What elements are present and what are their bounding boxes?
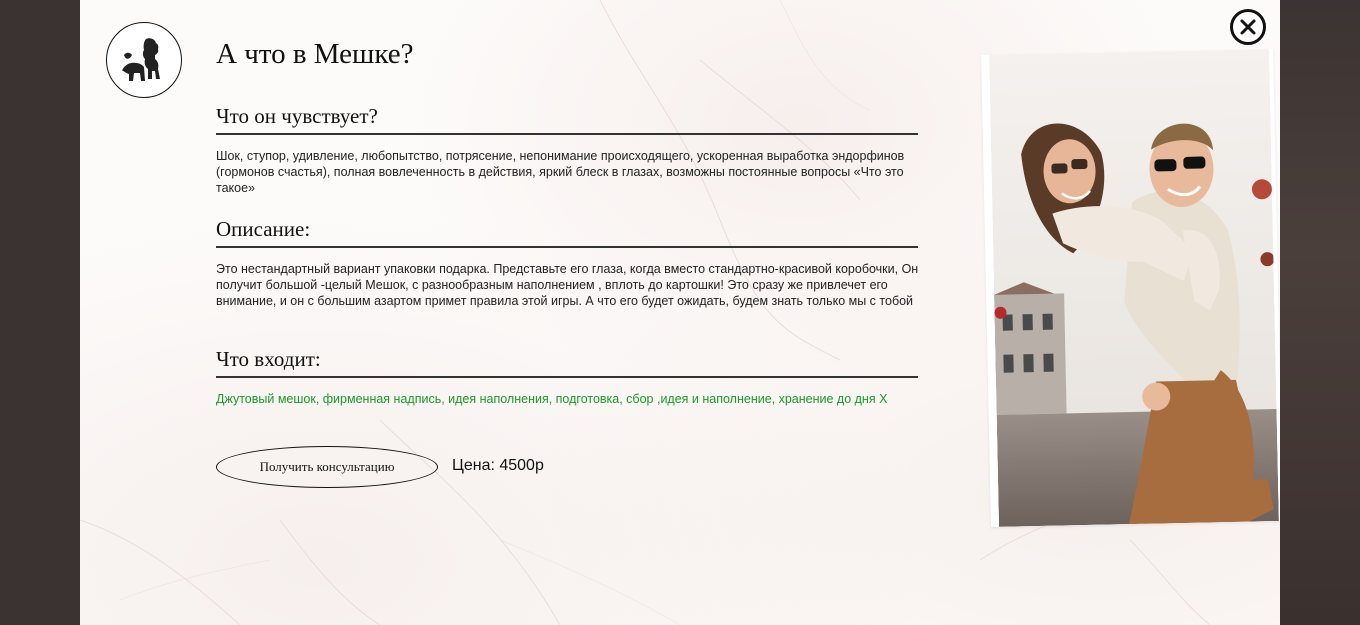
- feels-text: Шок, ступор, удивление, любопытство, пот…: [216, 149, 905, 195]
- includes-text: Джутовый мешок, фирменная надпись, идея …: [216, 392, 888, 406]
- backdrop-right[interactable]: [1280, 0, 1360, 625]
- close-button[interactable]: [1230, 9, 1266, 45]
- description-heading: Описание:: [216, 217, 918, 248]
- price-label: Цена: 4500р: [452, 457, 544, 474]
- product-photo-frame: [981, 48, 1280, 528]
- close-icon: [1240, 19, 1256, 35]
- description-text: Это нестандартный вариант упаковки подар…: [216, 262, 919, 308]
- includes-heading: Что входит:: [216, 347, 918, 378]
- feels-heading: Что он чувствует?: [216, 104, 918, 135]
- consult-button[interactable]: Получить консультацию: [216, 446, 438, 488]
- lion-bear-logo-icon: [122, 38, 160, 81]
- brand-logo[interactable]: [106, 22, 182, 98]
- product-modal: А что в Мешке? Что он чувствует? Шок, ст…: [80, 0, 1280, 625]
- product-photo: [989, 49, 1279, 527]
- modal-title: А что в Мешке?: [216, 38, 414, 70]
